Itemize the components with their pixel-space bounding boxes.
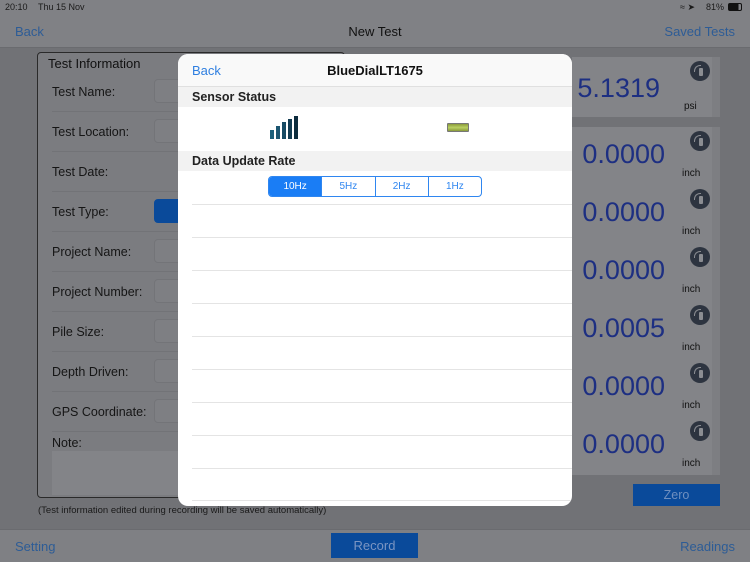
rate-10hz[interactable]: 10Hz bbox=[269, 177, 323, 196]
field-label: GPS Coordinate: bbox=[52, 405, 147, 419]
data-update-rate-header: Data Update Rate bbox=[178, 151, 572, 171]
sensor-status-header: Sensor Status bbox=[178, 87, 572, 107]
divider bbox=[192, 468, 572, 469]
sensor-icon[interactable] bbox=[690, 421, 710, 441]
wifi-icon: ≈ ➤ bbox=[680, 2, 695, 12]
field-label: Pile Size: bbox=[52, 325, 105, 339]
field-label: Test Type: bbox=[52, 205, 109, 219]
signal-strength-icon bbox=[270, 116, 298, 140]
setting-button[interactable]: Setting bbox=[15, 539, 55, 554]
divider bbox=[192, 204, 572, 205]
rate-2hz[interactable]: 2Hz bbox=[376, 177, 429, 196]
saved-tests-button[interactable]: Saved Tests bbox=[664, 24, 735, 39]
readout-unit: psi bbox=[684, 101, 697, 112]
panel-title: Test Information bbox=[48, 56, 141, 71]
readout-3: 0.0000 inch bbox=[572, 243, 720, 301]
divider bbox=[192, 270, 572, 271]
readout-value: 0.0000 bbox=[582, 139, 665, 169]
readout-value: 0.0000 bbox=[582, 255, 665, 285]
field-label: Test Name: bbox=[52, 85, 116, 99]
divider bbox=[192, 402, 572, 403]
sensor-icon[interactable] bbox=[690, 61, 710, 81]
field-label: Project Number: bbox=[52, 285, 143, 299]
readout-unit: inch bbox=[682, 458, 701, 469]
readout-value: 0.0000 bbox=[582, 371, 665, 401]
field-label: Test Date: bbox=[52, 165, 109, 179]
readout-value: 0.0000 bbox=[582, 429, 665, 459]
readout-unit: inch bbox=[682, 400, 701, 411]
divider bbox=[192, 369, 572, 370]
rate-1hz[interactable]: 1Hz bbox=[429, 177, 481, 196]
status-time: 20:10 bbox=[5, 2, 28, 12]
sensor-icon[interactable] bbox=[690, 247, 710, 267]
readout-value: 0.0005 bbox=[582, 313, 665, 343]
readout-pressure: 5.1319 psi bbox=[572, 57, 720, 117]
battery-icon bbox=[728, 3, 742, 11]
sensor-icon[interactable] bbox=[690, 305, 710, 325]
modal-title: BlueDialLT1675 bbox=[327, 63, 423, 78]
readout-value: 5.1319 bbox=[577, 73, 660, 103]
page-title: New Test bbox=[348, 24, 402, 39]
note-label: Note: bbox=[52, 436, 82, 450]
sensor-icon[interactable] bbox=[690, 189, 710, 209]
readout-unit: inch bbox=[682, 168, 701, 179]
field-label: Project Name: bbox=[52, 245, 132, 259]
divider bbox=[192, 237, 572, 238]
readout-5: 0.0000 inch bbox=[572, 359, 720, 417]
readout-2: 0.0000 inch bbox=[572, 185, 720, 243]
status-bar: 20:10 Thu 15 Nov ≈ ➤ 81% bbox=[0, 0, 750, 15]
field-label: Test Location: bbox=[52, 125, 130, 139]
readout-unit: inch bbox=[682, 284, 701, 295]
autosave-note: (Test information edited during recordin… bbox=[38, 505, 327, 516]
nav-bar: Back New Test Saved Tests bbox=[0, 15, 750, 48]
divider bbox=[192, 435, 572, 436]
divider bbox=[192, 303, 572, 304]
readout-6: 0.0000 inch bbox=[572, 417, 720, 475]
sensor-modal: Back BlueDialLT1675 Sensor Status Data U… bbox=[178, 54, 572, 506]
sensor-icon[interactable] bbox=[690, 131, 710, 151]
bottom-toolbar: Setting Record Readings bbox=[0, 529, 750, 562]
readout-4: 0.0005 inch bbox=[572, 301, 720, 359]
readout-1: 0.0000 inch bbox=[572, 127, 720, 185]
status-date: Thu 15 Nov bbox=[38, 2, 85, 12]
rate-5hz[interactable]: 5Hz bbox=[322, 177, 376, 196]
battery-percent: 81% bbox=[706, 2, 725, 12]
battery-level-icon bbox=[447, 123, 469, 132]
readout-unit: inch bbox=[682, 226, 701, 237]
sensor-icon[interactable] bbox=[690, 363, 710, 383]
modal-header: Back BlueDialLT1675 bbox=[178, 54, 572, 87]
record-button[interactable]: Record bbox=[331, 533, 418, 558]
update-rate-segmented-control: 10Hz 5Hz 2Hz 1Hz bbox=[268, 176, 482, 197]
readouts: 5.1319 psi 0.0000 inch 0.0000 inch 0.0000 in… bbox=[572, 57, 720, 475]
readings-button[interactable]: Readings bbox=[680, 539, 735, 554]
divider bbox=[192, 500, 572, 501]
readout-value: 0.0000 bbox=[582, 197, 665, 227]
zero-button[interactable]: Zero bbox=[633, 484, 720, 506]
field-label: Depth Driven: bbox=[52, 365, 129, 379]
divider bbox=[192, 336, 572, 337]
readout-unit: inch bbox=[682, 342, 701, 353]
